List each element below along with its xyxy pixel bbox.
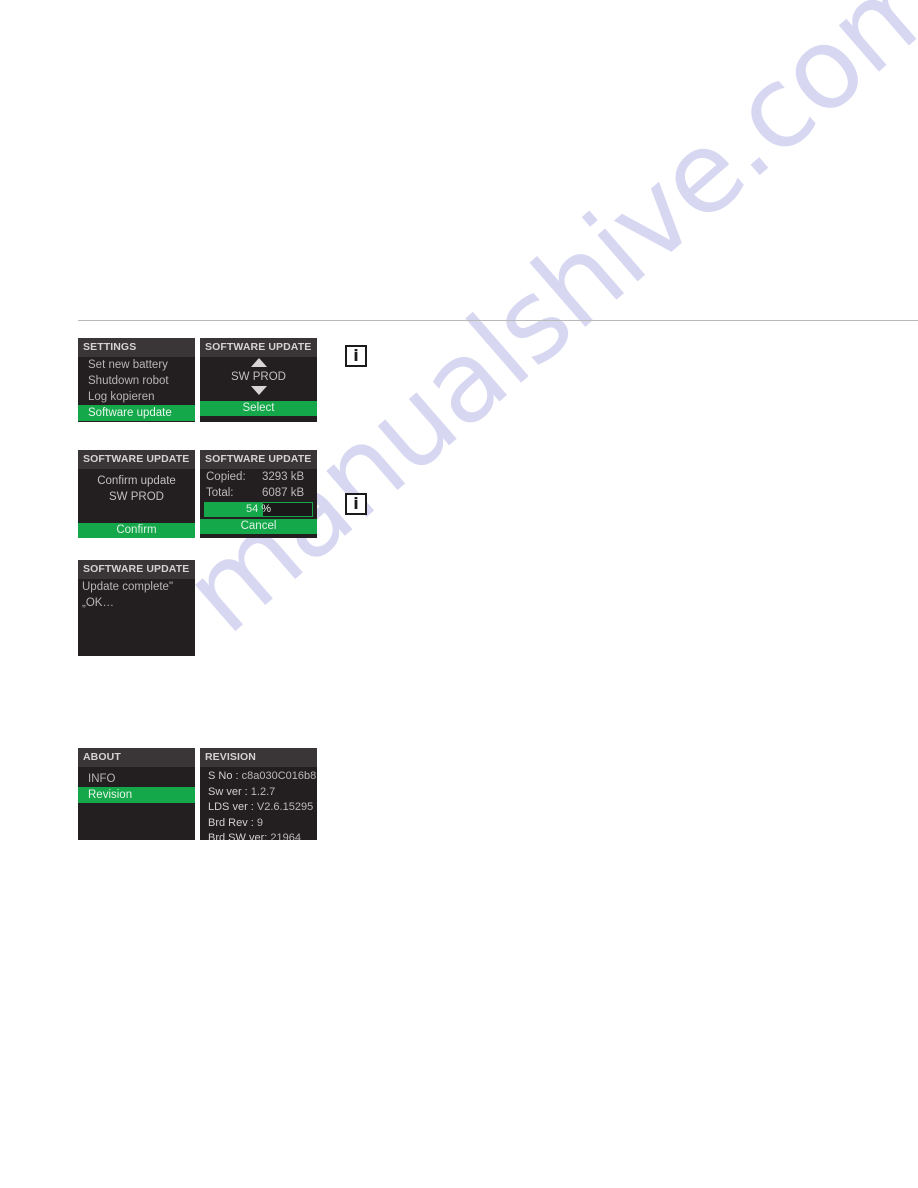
- revision-row-board-revision: Brd Rev : 9: [200, 816, 317, 832]
- confirm-button[interactable]: Confirm: [78, 523, 195, 538]
- software-update-confirm-body: Confirm update SW PROD Confirm: [78, 469, 195, 538]
- update-ok-line: „OK…: [82, 597, 114, 609]
- revision-screen-panel: REVISION S No : c8a030C016b8 Sw ver : 1.…: [200, 748, 317, 840]
- menu-item-software-update[interactable]: Software update: [78, 405, 195, 421]
- revision-value-serial-number: c8a030C016b8: [241, 770, 317, 782]
- menu-item-info[interactable]: INFO: [78, 771, 195, 787]
- revision-key-lds-version: LDS ver :: [208, 801, 254, 813]
- caret-up-icon[interactable]: [200, 357, 317, 369]
- revision-value-lds-version: V2.6.15295: [256, 801, 314, 813]
- revision-value-board-sw-version: 21964: [270, 832, 301, 840]
- revision-key-board-sw-version: Brd SW ver:: [208, 832, 268, 840]
- confirm-prompt-line: Confirm update: [97, 475, 176, 487]
- watermark-text: manualshive.com: [160, 0, 918, 659]
- settings-panel-header: SETTINGS: [78, 338, 195, 357]
- info-icon-glyph: i: [353, 494, 359, 513]
- software-update-complete-header: SOFTWARE UPDATE: [78, 560, 195, 579]
- cancel-button[interactable]: Cancel: [200, 519, 317, 534]
- revision-row-serial-number: S No : c8a030C016b8: [200, 769, 317, 785]
- revision-key-sw-version: Sw ver :: [208, 785, 248, 798]
- horizontal-divider: [78, 320, 918, 321]
- update-complete-line: Update complete": [82, 581, 174, 593]
- software-update-complete-body: Update complete" „OK…: [78, 579, 195, 611]
- info-icon-glyph: i: [353, 346, 359, 365]
- revision-row-board-sw-version: Brd SW ver: 21964: [200, 831, 317, 840]
- revision-key-serial-number: S No :: [208, 770, 239, 782]
- menu-item-revision[interactable]: Revision: [78, 787, 195, 803]
- about-panel-header: ABOUT: [78, 748, 195, 767]
- revision-panel-header: REVISION: [200, 748, 317, 767]
- about-screen-panel: ABOUT INFO Revision: [78, 748, 195, 840]
- software-update-progress-panel: SOFTWARE UPDATE Copied: 3293 kB Total: 6…: [200, 450, 317, 538]
- copied-label: Copied:: [206, 471, 246, 483]
- copied-value: 3293 kB: [262, 471, 305, 483]
- select-button[interactable]: Select: [200, 401, 317, 416]
- revision-row-lds-version: LDS ver : V2.6.15295: [200, 800, 317, 816]
- software-update-select-panel: SOFTWARE UPDATE SW PROD Select: [200, 338, 317, 422]
- confirm-package-line: SW PROD: [109, 491, 164, 503]
- software-update-select-header: SOFTWARE UPDATE: [200, 338, 317, 357]
- software-update-select-body: SW PROD Select: [200, 357, 317, 416]
- total-value: 6087 kB: [262, 487, 305, 499]
- revision-value-board-revision: 9: [256, 816, 264, 829]
- settings-screen-panel: SETTINGS Set new battery Shutdown robot …: [78, 338, 195, 422]
- menu-item-shutdown-robot[interactable]: Shutdown robot: [78, 373, 195, 389]
- software-update-confirm-panel: SOFTWARE UPDATE Confirm update SW PROD C…: [78, 450, 195, 538]
- software-update-progress-body: Copied: 3293 kB Total: 6087 kB 54 % Canc…: [200, 469, 317, 534]
- software-update-progress-header: SOFTWARE UPDATE: [200, 450, 317, 469]
- update-progress-bar: 54 %: [204, 502, 313, 517]
- software-update-complete-panel: SOFTWARE UPDATE Update complete" „OK…: [78, 560, 195, 656]
- info-icon: i: [345, 345, 367, 367]
- revision-row-sw-version: Sw ver : 1.2.7: [200, 785, 317, 801]
- menu-item-set-new-battery[interactable]: Set new battery: [78, 357, 195, 373]
- total-label: Total:: [206, 487, 234, 499]
- software-package-value: SW PROD: [231, 371, 286, 383]
- software-update-confirm-header: SOFTWARE UPDATE: [78, 450, 195, 469]
- settings-panel-body: Set new battery Shutdown robot Log kopie…: [78, 357, 195, 421]
- revision-key-board-revision: Brd Rev :: [208, 816, 254, 829]
- revision-panel-body: S No : c8a030C016b8 Sw ver : 1.2.7 LDS v…: [200, 767, 317, 840]
- info-icon: i: [345, 493, 367, 515]
- copied-row: Copied: 3293 kB: [200, 469, 317, 485]
- caret-down-icon[interactable]: [200, 385, 317, 397]
- about-panel-body: INFO Revision: [78, 767, 195, 803]
- progress-percent-label: 54 %: [245, 503, 272, 515]
- total-row: Total: 6087 kB: [200, 485, 317, 501]
- revision-value-sw-version: 1.2.7: [250, 785, 276, 798]
- menu-item-log-kopieren[interactable]: Log kopieren: [78, 389, 195, 405]
